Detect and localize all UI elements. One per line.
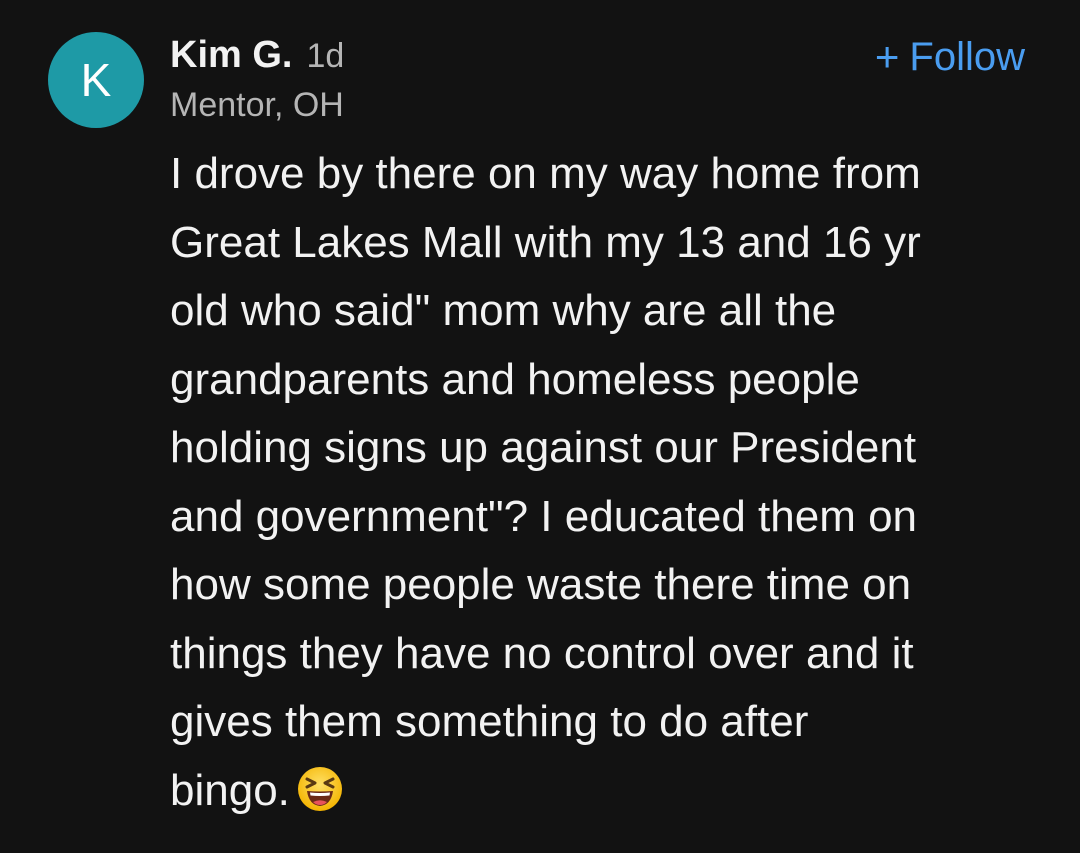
follow-button[interactable]: + Follow <box>875 36 1025 78</box>
comment-last-line: bingo. <box>170 757 1030 826</box>
comment-line: I drove by there on my way home from <box>170 149 921 198</box>
comment-line: Great Lakes Mall with my 13 and 16 yr <box>170 217 921 267</box>
plus-icon: + <box>874 33 900 80</box>
laughing-squinting-face-icon <box>297 766 342 811</box>
comment-line: bingo. <box>170 765 290 815</box>
comment-line: things they have no control over and it <box>170 628 914 678</box>
username[interactable]: Kim G. <box>170 34 292 77</box>
avatar[interactable]: K <box>48 32 144 128</box>
comment-line: grandparents and homeless people <box>170 354 860 404</box>
follow-label: Follow <box>909 35 1025 79</box>
timestamp: 1d <box>306 37 345 75</box>
comment-line: and government"? I educated them on <box>170 491 918 541</box>
comment-line: gives them something to do after <box>170 697 809 746</box>
comment-line: holding signs up against our President <box>170 423 917 472</box>
avatar-initial: K <box>80 54 112 106</box>
comment-line: old who said" mom why are all the <box>170 286 837 335</box>
user-location: Mentor, OH <box>170 86 344 124</box>
comment-line: how some people waste there time on <box>170 560 912 609</box>
comment-card: K Kim G. 1d Mentor, OH + Follow I drove … <box>0 0 1080 853</box>
comment-body: I drove by there on my way home from Gre… <box>170 140 1030 825</box>
comment-header: Kim G. 1d <box>170 34 344 77</box>
